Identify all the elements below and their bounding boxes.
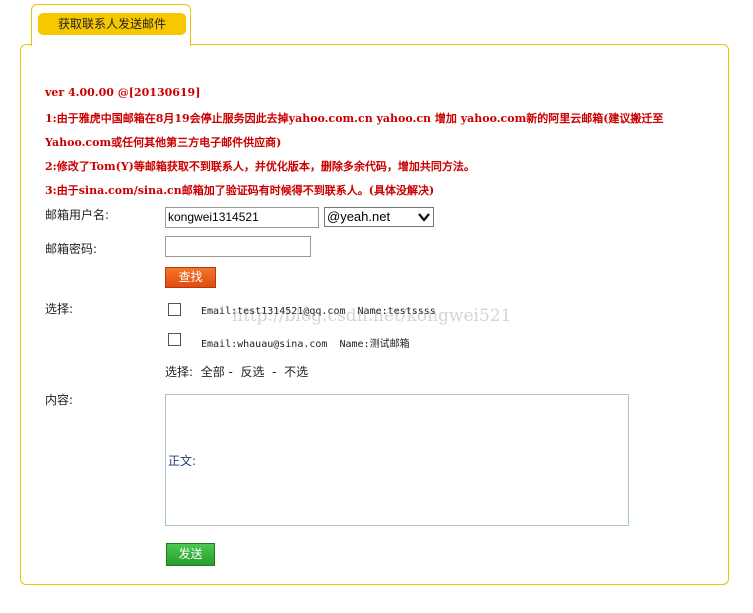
username-label: 邮箱用户名:: [45, 208, 110, 222]
send-button[interactable]: 发送: [166, 543, 215, 566]
tab-title[interactable]: 获取联系人发送邮件: [38, 13, 186, 35]
notice-line-1: 1:由于雅虎中国邮箱在8月19会停止服务因此去掉yahoo.com.cn yah…: [45, 112, 664, 125]
body-text: 正文:: [168, 454, 197, 468]
find-button[interactable]: 查找: [165, 267, 216, 288]
content-editor[interactable]: 正文:: [165, 394, 629, 526]
select-label: 选择:: [45, 302, 74, 316]
content-label: 内容:: [45, 393, 74, 407]
separator: -: [228, 365, 233, 379]
domain-select[interactable]: @yeah.net: [324, 207, 434, 227]
separator: -: [272, 365, 277, 379]
select-none-link[interactable]: 不选: [284, 365, 308, 379]
tab-get-contacts[interactable]: 获取联系人发送邮件: [31, 4, 191, 46]
tab-joint: [32, 43, 190, 46]
select-all-link[interactable]: 全部: [201, 365, 225, 379]
watermark: http://blog.csdn.net/kongwei521: [232, 306, 512, 326]
chevron-down-icon: [418, 213, 430, 222]
select-actions: 选择: 全部 - 反选 - 不选: [165, 363, 308, 380]
invert-selection-link[interactable]: 反选: [241, 365, 265, 379]
contact-checkbox-2[interactable]: [168, 333, 181, 346]
contact-item-2: Email:whauau@sina.com Name:测试邮箱: [201, 339, 410, 350]
username-input[interactable]: kongwei1314521: [165, 207, 319, 228]
notice-line-3: 3:由于sina.com/sina.cn邮箱加了验证码有时候得不到联系人。(具体…: [45, 184, 435, 197]
version-notice: ver 4.00.00 @[20130619]: [45, 86, 201, 99]
domain-select-value: @yeah.net: [327, 209, 391, 224]
contact-checkbox-1[interactable]: [168, 303, 181, 316]
password-label: 邮箱密码:: [45, 242, 98, 256]
select-prefix: 选择:: [165, 365, 194, 379]
password-input[interactable]: [165, 236, 311, 257]
notice-line-1-cont: Yahoo.com或任何其他第三方电子邮件供应商): [45, 136, 282, 149]
notice-line-2: 2:修改了Tom(Y)等邮箱获取不到联系人，并优化版本，删除多余代码，增加共同方…: [45, 160, 475, 173]
